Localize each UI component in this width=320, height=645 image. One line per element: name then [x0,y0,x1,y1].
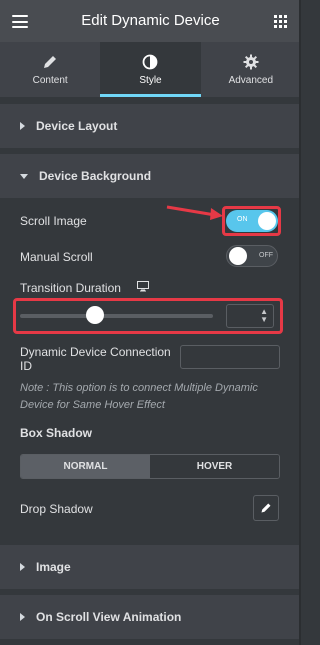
connection-id-input[interactable] [180,345,280,369]
tab-advanced[interactable]: Advanced [201,42,301,97]
monitor-icon[interactable] [137,281,149,292]
gear-icon [243,54,259,70]
scroll-image-label: Scroll Image [20,214,87,228]
section-device-background-label: Device Background [39,169,152,183]
connection-id-label: Dynamic Device Connection ID [20,345,171,373]
hover-tab[interactable]: HOVER [150,455,279,478]
grid-icon[interactable] [274,15,287,28]
section-device-background[interactable]: Device Background [0,154,301,198]
pencil-icon [44,56,57,68]
tab-advanced-label: Advanced [228,75,274,86]
pencil-icon [261,503,271,513]
manual-scroll-toggle[interactable]: OFF [226,245,278,267]
panel-tabs: Content Style Advanced [0,42,301,97]
connection-id-label-line1: Dynamic Device Connection [20,345,171,359]
caret-right-icon [20,613,25,621]
drop-shadow-label: Drop Shadow [20,502,93,516]
caret-right-icon [20,563,25,571]
highlight-box-slider [13,298,283,334]
panel-edge [299,0,301,645]
transition-duration-label: Transition Duration [20,281,121,295]
tab-content-label: Content [32,75,68,86]
toggle-off-text: OFF [259,252,273,259]
drop-shadow-edit-button[interactable] [253,495,279,521]
section-on-scroll-view-animation[interactable]: On Scroll View Animation [0,595,301,639]
editor-header: Edit Dynamic Device [0,0,301,42]
section-on-scroll-view-animation-label: On Scroll View Animation [36,610,182,624]
caret-right-icon [20,122,25,130]
caret-down-icon [20,173,28,179]
red-arrow-icon [166,205,223,220]
section-image[interactable]: Image [0,545,301,589]
highlight-box-toggle [222,206,281,236]
connection-note: Note : This option is to connect Multipl… [20,382,258,411]
tab-style-label: Style [139,75,162,86]
manual-scroll-label: Manual Scroll [20,250,93,264]
box-shadow-state-tabs: NORMAL HOVER [20,454,280,479]
tab-content[interactable]: Content [0,42,100,97]
section-device-layout-label: Device Layout [36,119,118,133]
toggle-knob [229,247,247,265]
section-image-label: Image [36,560,71,574]
divider [0,535,301,545]
section-device-layout[interactable]: Device Layout [0,104,301,148]
connection-id-label-line2: ID [20,359,32,373]
panel-title: Edit Dynamic Device [81,12,220,29]
half-circle-icon [143,54,158,70]
box-shadow-label: Box Shadow [20,426,93,440]
tab-style[interactable]: Style [100,42,201,97]
normal-tab[interactable]: NORMAL [21,455,150,478]
